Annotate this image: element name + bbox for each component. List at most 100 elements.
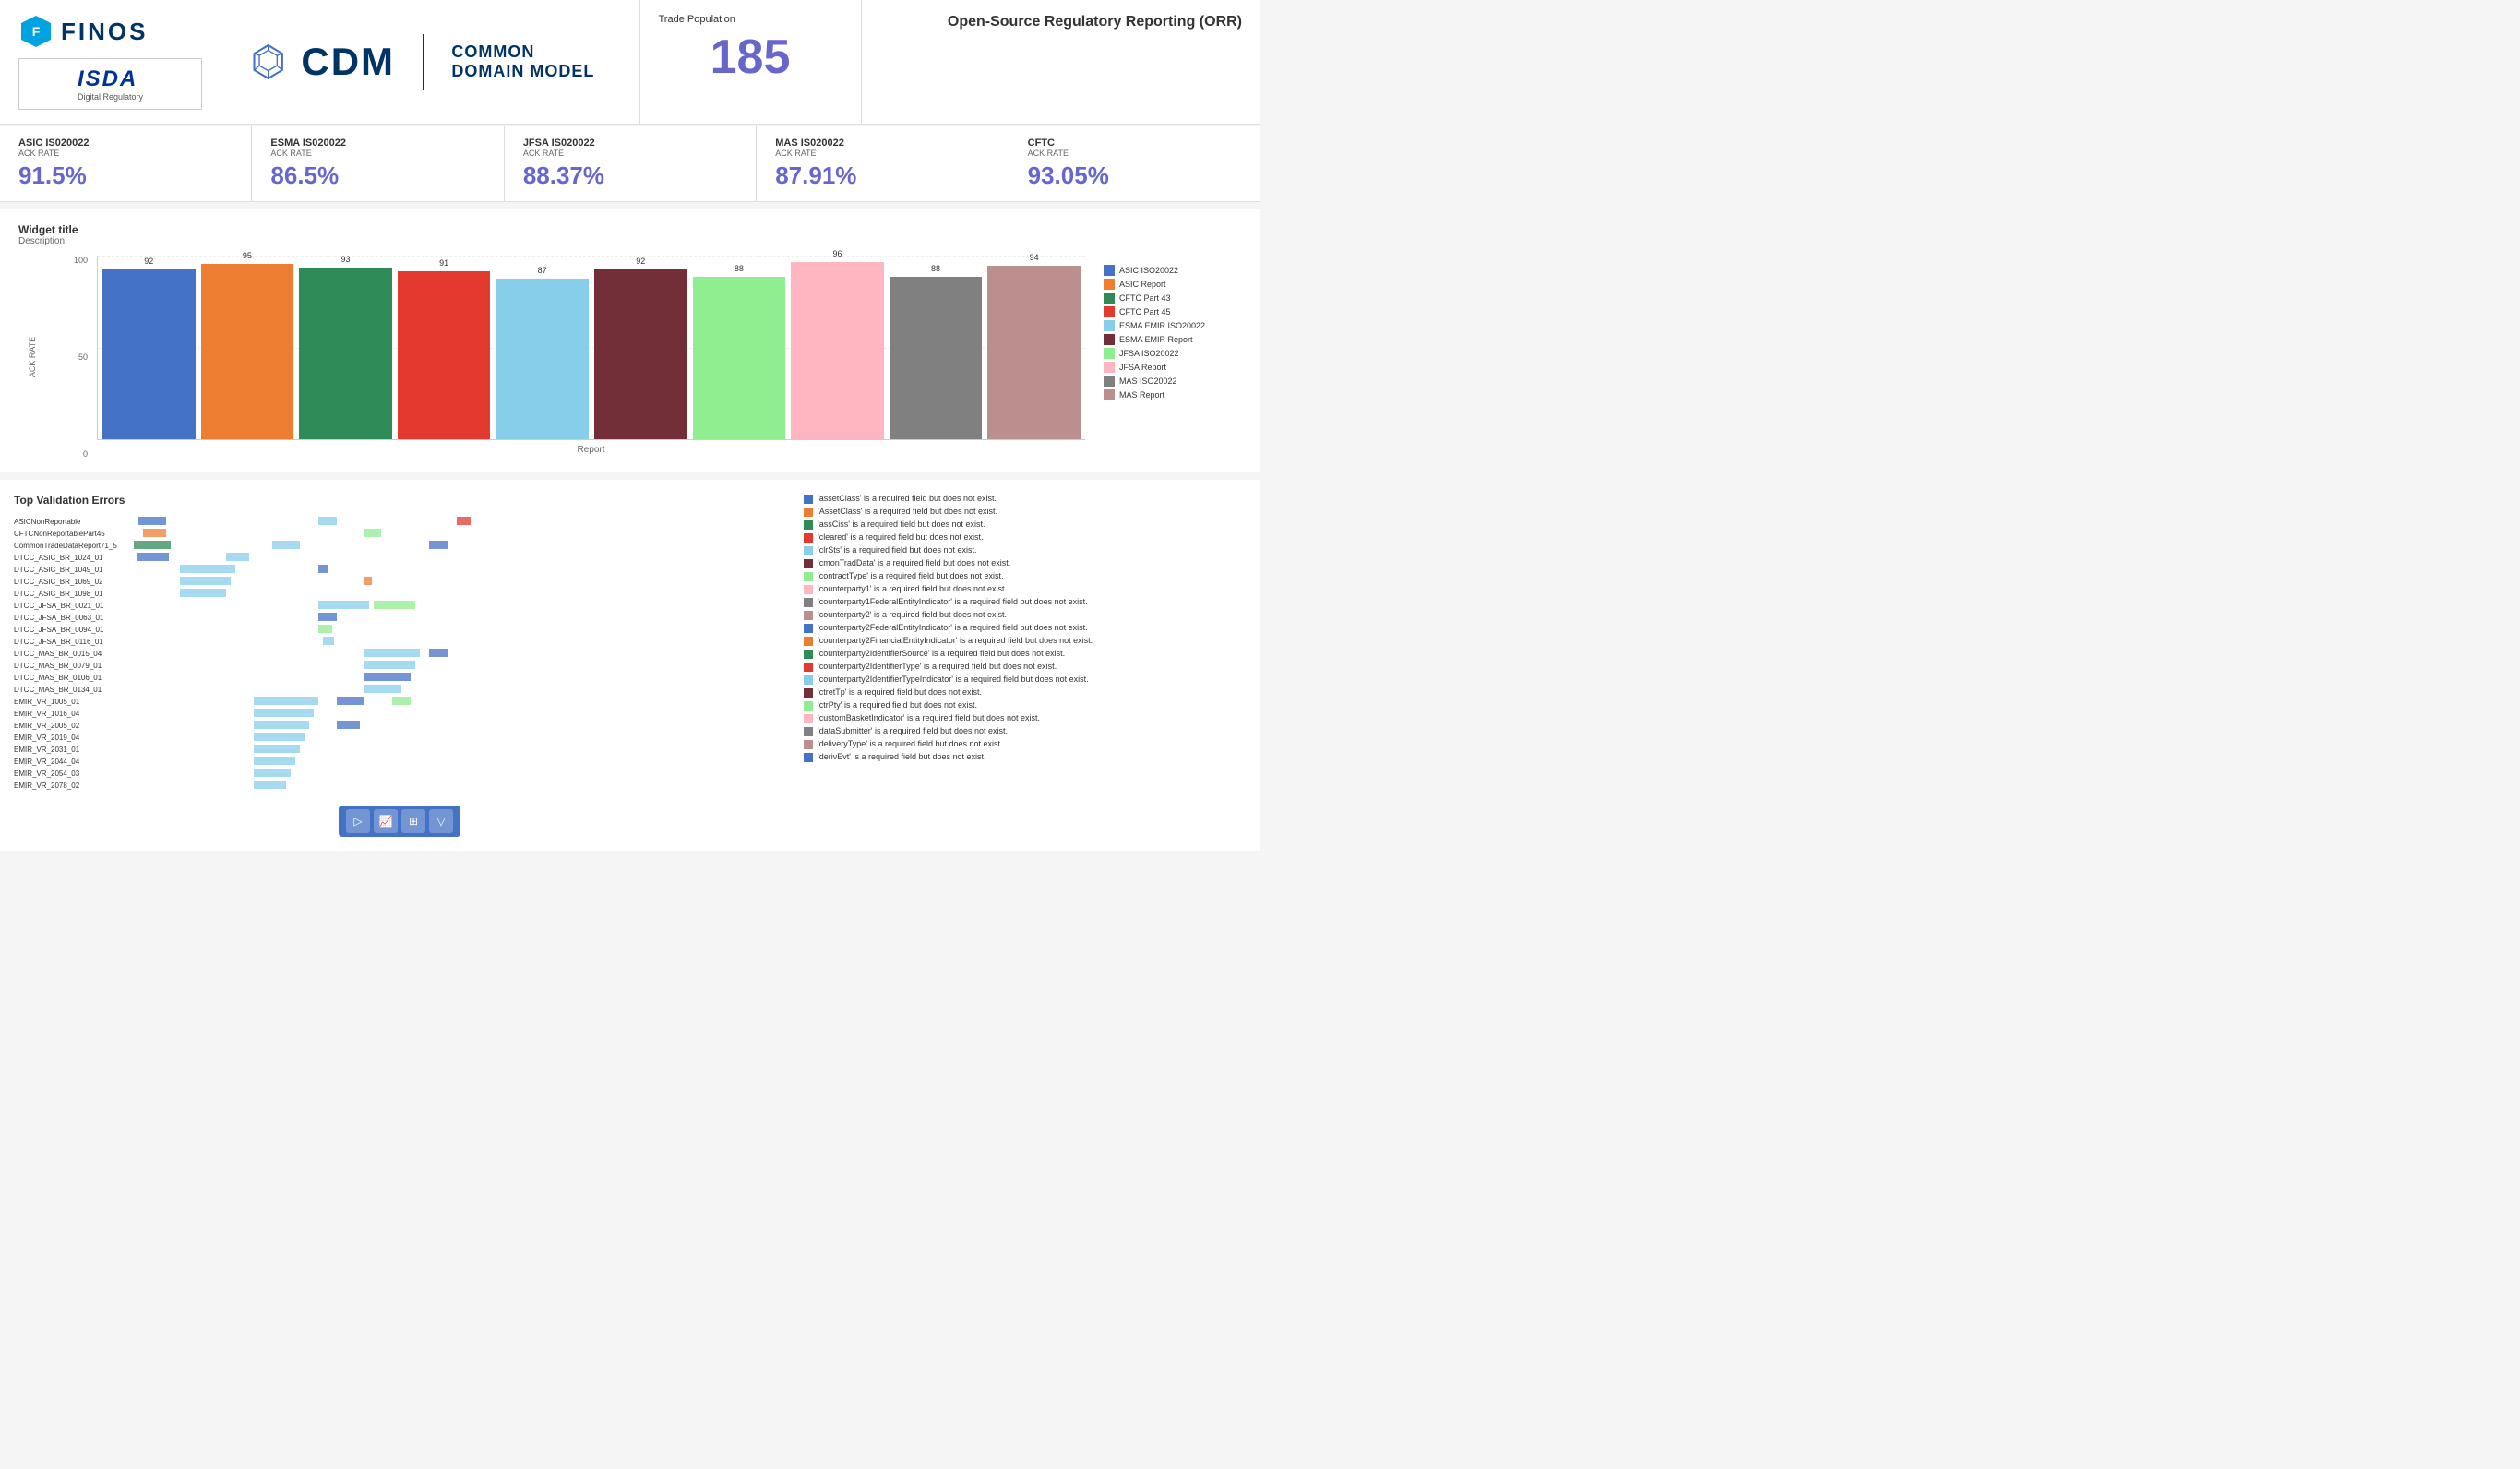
heatmap-data-row-15: [134, 696, 785, 706]
legend-color-5: [1104, 334, 1115, 345]
toolbar-btn-chart[interactable]: 📈: [374, 809, 398, 833]
legend-label-6: JFSA ISO20022: [1119, 349, 1179, 358]
ack-label-2: ACK RATE: [523, 149, 737, 158]
error-dot-10: [804, 624, 813, 633]
bar-label-5: 92: [636, 257, 645, 266]
finos-logo: F FINOS: [18, 14, 148, 49]
error-item-8: 'counterparty1FederalEntityIndicator' is…: [804, 597, 1247, 607]
ack-label-1: ACK RATE: [270, 149, 484, 158]
error-dot-14: [804, 675, 813, 685]
bar-label-0: 92: [144, 257, 153, 266]
heatmap-row-label-16: EMIR_VR_1016_04: [14, 708, 134, 720]
heatmap-row-label-12: DTCC_MAS_BR_0079_01: [14, 660, 134, 672]
ack-card-4: CFTC ACK RATE 93.05%: [1009, 126, 1260, 201]
error-text-11: 'counterparty2FinancialEntityIndicator' …: [818, 636, 1093, 645]
toolbar-buttons: ▷ 📈 ⊞ ▽: [339, 806, 460, 837]
bar-label-8: 88: [931, 264, 940, 273]
ack-value-3: 87.91%: [775, 161, 989, 190]
error-item-15: 'ctretTp' is a required field but does n…: [804, 687, 1247, 698]
heatmap-bar-18-0: [254, 733, 305, 741]
bar-group-7: 96: [791, 262, 884, 439]
finos-text: FINOS: [61, 18, 148, 46]
error-text-9: 'counterparty2' is a required field but …: [818, 610, 1007, 619]
chart-title: Widget title: [18, 223, 1242, 236]
error-text-18: 'dataSubmitter' is a required field but …: [818, 726, 1008, 735]
heatmap-bar-12-0: [364, 661, 415, 669]
isda-text: ISDA: [78, 66, 143, 92]
error-item-1: 'AssetClass' is a required field but doe…: [804, 507, 1247, 517]
heatmap-bar-21-0: [254, 769, 291, 777]
error-text-3: 'cleared' is a required field but does n…: [818, 532, 984, 542]
toolbar-btn-grid[interactable]: ⊞: [401, 809, 425, 833]
error-text-8: 'counterparty1FederalEntityIndicator' is…: [818, 597, 1088, 606]
bar-group-2: 93: [299, 268, 392, 439]
heatmap-data-area: [134, 516, 785, 792]
legend-item-5: ESMA EMIR Report: [1104, 334, 1233, 345]
toolbar-btn-filter[interactable]: ▽: [429, 809, 453, 833]
error-item-12: 'counterparty2IdentifierSource' is a req…: [804, 649, 1247, 659]
heatmap-bar-9-0: [318, 625, 332, 633]
legend-color-4: [1104, 320, 1115, 331]
error-item-10: 'counterparty2FederalEntityIndicator' is…: [804, 623, 1247, 633]
cdm-text: CDM: [301, 40, 395, 84]
heatmap-bar-2-2: [429, 541, 448, 549]
heatmap-row-label-5: DTCC_ASIC_BR_1069_02: [14, 576, 134, 588]
error-text-16: 'ctrPty' is a required field but does no…: [818, 700, 977, 710]
y-axis-numbers: 100 50 0: [65, 256, 88, 459]
bottom-section: Top Validation Errors ASICNonReportableC…: [0, 480, 1260, 851]
heatmap-bar-15-2: [392, 697, 411, 705]
toolbar[interactable]: ▷ 📈 ⊞ ▽: [14, 806, 785, 837]
bar-2: [299, 268, 392, 439]
y-axis-area: ACK RATE: [18, 256, 55, 459]
heatmap-data-row-5: [134, 576, 785, 586]
heatmap-data-row-18: [134, 732, 785, 742]
chart-wrapper: ACK RATE 100 50 0 92 95 93 91 87 92: [18, 256, 1242, 459]
heatmap-row-label-15: EMIR_VR_1005_01: [14, 696, 134, 708]
error-dot-1: [804, 508, 813, 517]
heatmap-data-row-8: [134, 612, 785, 622]
error-item-13: 'counterparty2IdentifierType' is a requi…: [804, 662, 1247, 672]
heatmap-grid: ASICNonReportableCFTCNonReportablePart45…: [14, 516, 785, 792]
heatmap-row-label-10: DTCC_JFSA_BR_0116_01: [14, 636, 134, 648]
bar-6: [693, 277, 786, 439]
isda-logo-text: ISDA Digital Regulatory: [78, 66, 143, 102]
error-text-6: 'contractType' is a required field but d…: [818, 571, 1004, 580]
error-text-14: 'counterparty2IdentifierTypeIndicator' i…: [818, 675, 1089, 684]
error-text-12: 'counterparty2IdentifierSource' is a req…: [818, 649, 1065, 658]
heatmap-row-label-17: EMIR_VR_2005_02: [14, 720, 134, 732]
heatmap-bar-17-0: [254, 721, 309, 729]
legend-label-7: JFSA Report: [1119, 363, 1166, 372]
ack-regulator-2: JFSA IS020022: [523, 137, 737, 149]
ack-card-0: ASIC IS020022 ACK RATE 91.5%: [0, 126, 252, 201]
error-dot-18: [804, 727, 813, 736]
heatmap-bar-1-1: [364, 529, 381, 537]
heatmap-row-label-13: DTCC_MAS_BR_0106_01: [14, 672, 134, 684]
bar-4: [496, 279, 589, 439]
legend-item-3: CFTC Part 45: [1104, 306, 1233, 317]
heatmap-data-row-21: [134, 768, 785, 778]
errors-section: 'assetClass' is a required field but doe…: [804, 494, 1247, 837]
heatmap-data-row-2: [134, 540, 785, 550]
bar-label-9: 94: [1030, 253, 1039, 262]
legend-label-1: ASIC Report: [1119, 280, 1166, 289]
heatmap-data-row-12: [134, 660, 785, 670]
legend-label-3: CFTC Part 45: [1119, 307, 1171, 316]
toolbar-btn-cursor[interactable]: ▷: [346, 809, 370, 833]
error-dot-3: [804, 533, 813, 543]
bar-1: [201, 264, 294, 439]
bar-chart: 92 95 93 91 87 92 88 96 88 94: [97, 256, 1085, 440]
ack-label-4: ACK RATE: [1028, 149, 1242, 158]
error-item-4: 'clrSts' is a required field but does no…: [804, 545, 1247, 555]
legend-item-8: MAS ISO20022: [1104, 376, 1233, 387]
y-axis-label: ACK RATE: [28, 334, 37, 380]
heatmap-data-row-17: [134, 720, 785, 730]
x-axis-label: Report: [97, 445, 1085, 455]
legend-item-9: MAS Report: [1104, 389, 1233, 400]
bar-group-0: 92: [102, 269, 196, 439]
ack-card-3: MAS IS020022 ACK RATE 87.91%: [757, 126, 1009, 201]
error-dot-20: [804, 753, 813, 762]
heatmap-bar-10-0: [323, 637, 334, 645]
legend-color-1: [1104, 279, 1115, 290]
error-dot-12: [804, 650, 813, 659]
bar-chart-area: 92 95 93 91 87 92 88 96 88 94 Report: [97, 256, 1085, 459]
